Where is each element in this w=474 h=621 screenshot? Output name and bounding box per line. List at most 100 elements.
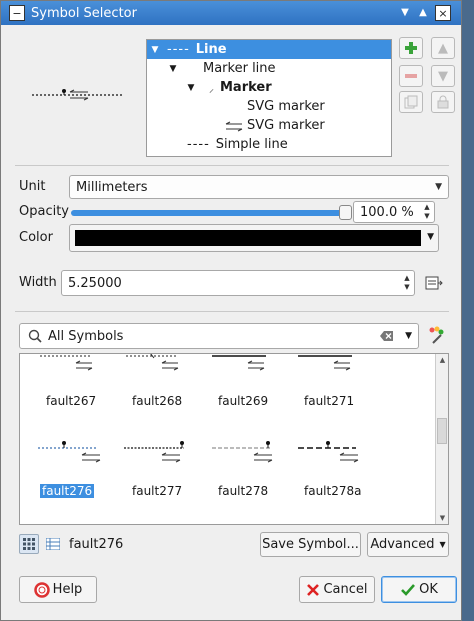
move-up-button[interactable]: ▲ (431, 37, 455, 59)
opacity-value: 100.0 % (360, 204, 414, 220)
duplicate-icon (404, 95, 418, 109)
marker-icon: ⸝ (209, 83, 214, 95)
symbol-item-fault268[interactable]: fault268 (106, 354, 192, 434)
opacity-slider-track[interactable] (71, 210, 347, 216)
tree-item-marker-line[interactable]: ▼ Marker line (147, 59, 391, 78)
color-label: Color (19, 230, 53, 245)
caret-down-icon[interactable]: ▼ (167, 64, 179, 74)
tree-item-svg-marker-2[interactable]: SVG marker (147, 116, 391, 135)
tree-item-marker[interactable]: ▼ ⸝ Marker (147, 78, 391, 97)
symbol-list-scrollbar[interactable]: ▲ ▼ (435, 354, 448, 524)
fault-line-preview-icon (32, 89, 122, 101)
arrow-up-icon: ▲ (438, 40, 448, 56)
lock-icon (437, 95, 449, 109)
fault269-symbol-icon (212, 355, 266, 371)
data-defined-icon (425, 276, 443, 290)
symbol-name: fault269 (218, 394, 269, 408)
symbol-name: fault267 (46, 394, 97, 408)
scroll-up-icon[interactable]: ▲ (436, 356, 448, 364)
fault277-symbol-icon (124, 441, 184, 463)
width-label: Width (19, 275, 57, 290)
symbol-preview (15, 41, 139, 151)
checkmark-icon (401, 583, 416, 596)
unit-label: Unit (19, 179, 46, 194)
fault271-symbol-icon (298, 355, 352, 371)
style-manager-button[interactable] (427, 325, 447, 347)
tree-item-label: Simple line (215, 137, 288, 152)
tree-item-line[interactable]: ▼ ---- Line (147, 40, 391, 59)
symbol-name: fault278a (304, 484, 362, 498)
duplicate-layer-button[interactable] (399, 91, 423, 113)
ok-button[interactable]: OK (381, 576, 457, 603)
separator (15, 165, 449, 166)
caret-down-icon[interactable]: ▼ (185, 83, 197, 93)
opacity-slider-handle[interactable] (339, 205, 352, 220)
remove-layer-button[interactable] (399, 65, 423, 87)
cancel-button[interactable]: Cancel (299, 576, 375, 603)
advanced-button[interactable]: Advanced ▼ (367, 532, 449, 557)
symbol-name: fault271 (304, 394, 355, 408)
advanced-label: Advanced (370, 537, 435, 552)
lock-layer-button[interactable] (431, 91, 455, 113)
fault267-symbol-icon (40, 355, 93, 371)
symbol-search-combobox[interactable]: All Symbols ▼ (19, 323, 419, 349)
minus-icon (405, 74, 417, 78)
tree-item-label: Line (195, 42, 227, 57)
list-view-button[interactable] (43, 534, 63, 554)
plus-icon (405, 42, 417, 54)
grid-view-icon (23, 538, 35, 550)
data-defined-override-button[interactable] (421, 271, 445, 295)
spin-arrows-icon[interactable]: ▲ ▼ (420, 202, 434, 222)
symbol-item-fault267[interactable]: fault267 (20, 354, 106, 434)
tree-item-label: SVG marker (247, 99, 325, 114)
symbol-name: fault276 (40, 484, 95, 498)
list-view-icon (46, 538, 60, 550)
chevron-down-icon: ▼ (427, 232, 434, 242)
width-value: 5.25000 (68, 275, 122, 291)
symbol-item-fault269[interactable]: fault269 (192, 354, 278, 434)
symbol-layer-tree[interactable]: ▼ ---- Line ▼ Marker line ▼ ⸝ Marker SVG… (146, 39, 392, 157)
symbol-item-fault278a[interactable]: fault278a (278, 434, 364, 514)
unit-combobox[interactable]: Millimeters ▼ (69, 175, 449, 199)
scrollbar-thumb[interactable] (437, 418, 447, 444)
save-symbol-button[interactable]: Save Symbol... (260, 532, 361, 557)
move-down-button[interactable]: ▼ (431, 65, 455, 87)
chevron-down-icon: ▼ (435, 182, 442, 192)
scroll-down-icon[interactable]: ▼ (436, 514, 448, 522)
caret-down-icon[interactable]: ▼ (149, 45, 161, 55)
close-button[interactable]: × (435, 5, 451, 21)
symbol-item-fault278[interactable]: fault278 (192, 434, 278, 514)
symbol-item-fault277[interactable]: fault277 (106, 434, 192, 514)
tree-item-simple-line[interactable]: ---- Simple line (147, 135, 391, 154)
add-layer-button[interactable] (399, 37, 423, 59)
arrow-down-icon[interactable]: ▼ (399, 5, 411, 21)
color-button[interactable]: ▼ (69, 224, 439, 252)
color-swatch (75, 230, 421, 246)
symbol-name: fault278 (218, 484, 269, 498)
icon-view-button[interactable] (19, 534, 39, 554)
selected-symbol-name: fault276 (69, 537, 124, 552)
symbol-list[interactable]: fault267 fault268 fault269 fault271 faul… (19, 353, 449, 525)
cancel-label: Cancel (323, 582, 368, 597)
arrow-up-icon[interactable]: ▲ (417, 5, 429, 21)
help-button[interactable]: Help (19, 576, 97, 603)
fault278a-symbol-icon (298, 441, 359, 463)
chevron-down-icon[interactable]: ▼ (405, 331, 412, 341)
symbol-selector-dialog: − Symbol Selector ▼ ▲ × ▼ ---- Line ▼ Ma… (0, 0, 462, 621)
unit-value: Millimeters (76, 179, 148, 195)
symbol-name: fault268 (132, 394, 183, 408)
width-spinbox[interactable]: 5.25000 ▲ ▼ (61, 270, 415, 296)
symbol-item-fault276[interactable]: fault276 (20, 434, 106, 514)
window-menu-button[interactable]: − (9, 5, 25, 21)
tree-item-label: Marker (220, 80, 272, 95)
window-title: Symbol Selector (31, 5, 137, 21)
help-icon (33, 581, 50, 598)
symbol-item-fault271[interactable]: fault271 (278, 354, 364, 434)
tree-item-svg-marker-1[interactable]: SVG marker (147, 97, 391, 116)
style-manager-icon (429, 326, 444, 344)
opacity-spinbox[interactable]: 100.0 % ▲ ▼ (353, 201, 435, 223)
arrow-down-icon: ▼ (438, 68, 448, 84)
clear-icon[interactable] (380, 330, 394, 342)
spin-arrows-icon[interactable]: ▲ ▼ (400, 271, 414, 295)
search-icon (28, 329, 42, 343)
